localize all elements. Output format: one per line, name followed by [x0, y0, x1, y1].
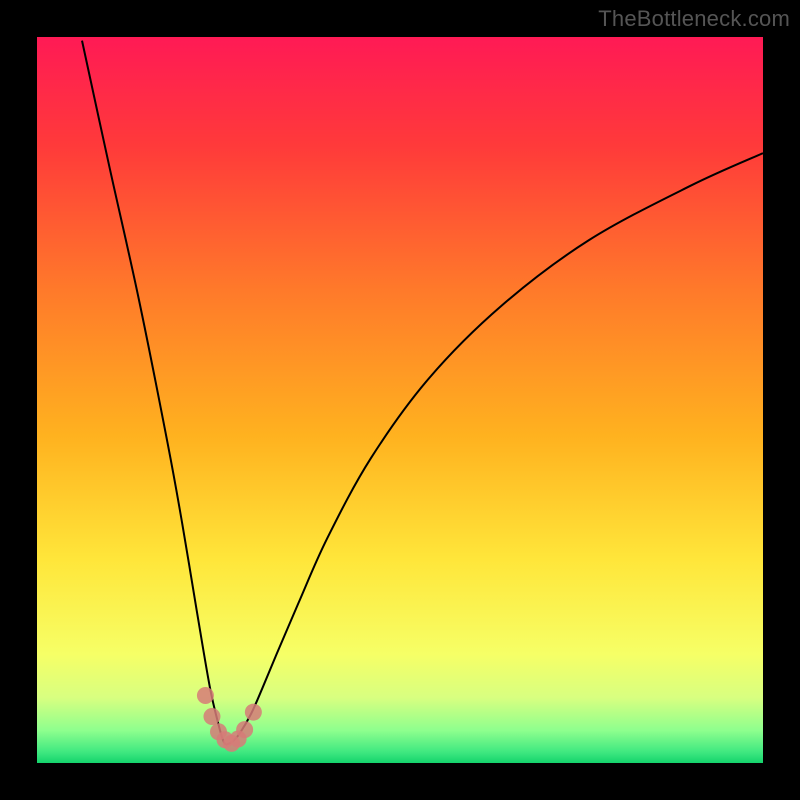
- curve-layer: [37, 37, 763, 763]
- watermark-text: TheBottleneck.com: [598, 6, 790, 32]
- chart-frame: TheBottleneck.com: [0, 0, 800, 800]
- valley-marker: [245, 704, 262, 721]
- valley-marker-group: [197, 687, 262, 752]
- plot-area: [37, 37, 763, 763]
- left-branch: [82, 41, 226, 745]
- right-branch: [226, 153, 763, 745]
- valley-marker: [203, 708, 220, 725]
- valley-marker: [236, 721, 253, 738]
- valley-marker: [197, 687, 214, 704]
